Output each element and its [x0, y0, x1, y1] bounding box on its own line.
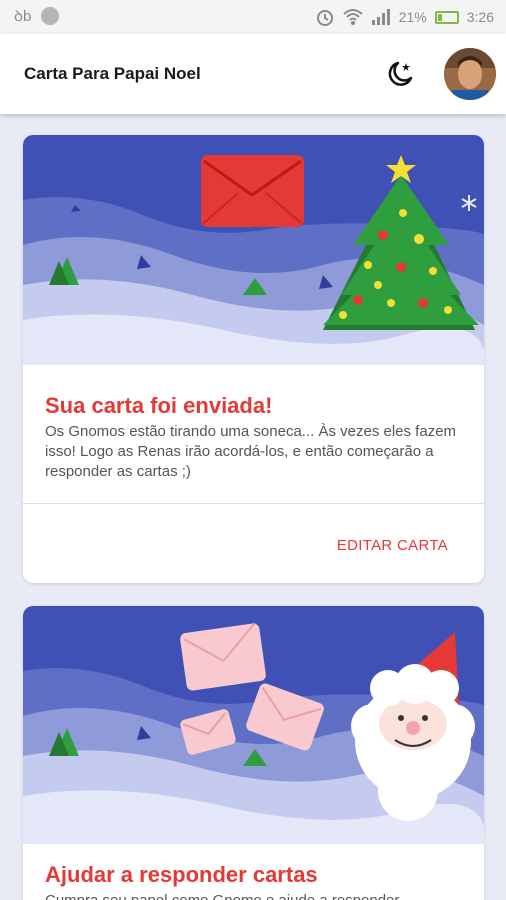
santa-banner — [23, 606, 484, 844]
envelope-icon — [201, 155, 304, 227]
card-title: Sua carta foi enviada! — [45, 393, 273, 418]
card-divider — [23, 503, 484, 504]
card-body: Os Gnomos estão tirando uma soneca... Às… — [45, 423, 457, 480]
notification-icon: ꝺb — [14, 8, 32, 25]
app-title: Carta Para Papai Noel — [24, 64, 201, 83]
status-bar: ꝺb 21% 3:26 — [0, 0, 506, 34]
christmas-tree-banner — [23, 135, 484, 365]
night-mode-icon[interactable] — [384, 58, 416, 90]
app-bar: Carta Para Papai Noel — [0, 34, 506, 114]
battery-percent: 21% — [398, 9, 427, 25]
edit-letter-button[interactable]: EDITAR CARTA — [337, 537, 448, 554]
notification-dot-icon — [41, 7, 60, 25]
status-time: 3:26 — [466, 9, 494, 25]
envelope-icon — [180, 622, 266, 691]
card-body: Cumpra seu papel como Gnomo e ajude a re… — [45, 891, 465, 900]
alarm-icon — [316, 10, 333, 26]
signal-icon — [371, 9, 390, 25]
battery-icon — [434, 10, 459, 24]
wifi-icon — [343, 9, 363, 25]
help-answer-card: Ajudar a responder cartas Cumpra seu pap… — [23, 606, 484, 900]
letter-sent-card: Sua carta foi enviada! Os Gnomos estão t… — [23, 135, 484, 583]
avatar[interactable] — [444, 48, 496, 100]
card-title: Ajudar a responder cartas — [45, 862, 318, 887]
